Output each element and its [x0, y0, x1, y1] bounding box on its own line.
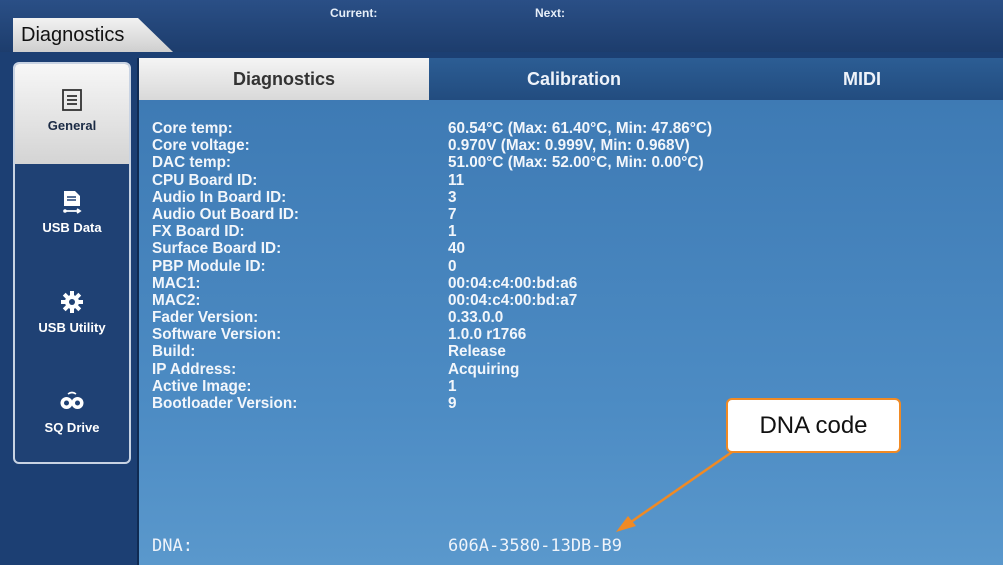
diagnostic-row: Build: Release — [152, 343, 712, 360]
diagnostic-row: PBP Module ID: 0 — [152, 258, 712, 275]
diagnostic-label: Software Version: — [152, 326, 282, 344]
diagnostic-row: CPU Board ID: 11 — [152, 172, 712, 189]
diagnostic-label: IP Address: — [152, 360, 237, 378]
diagnostic-value: 1 — [448, 377, 457, 395]
diagnostic-label: PBP Module ID: — [152, 257, 266, 275]
diagnostic-row: DAC temp: 51.00°C (Max: 52.00°C, Min: 0.0… — [152, 154, 712, 171]
sidebar-item-usb-data[interactable]: USB Data — [15, 164, 129, 264]
diagnostic-label: Core temp: — [152, 120, 233, 137]
diagnostic-value: 3 — [448, 188, 457, 206]
sidebar-item-label: General — [47, 118, 97, 133]
sidebar-item-label: SQ Drive — [44, 420, 100, 435]
diagnostic-label: Audio Out Board ID: — [152, 205, 300, 223]
diagnostic-value: 11 — [448, 171, 465, 189]
diagnostic-value: 00:04:c4:00:bd:a7 — [448, 291, 578, 309]
sidebar-item-usb-utility[interactable]: USB Utility — [15, 264, 129, 364]
diagnostic-label: Core voltage: — [152, 137, 250, 155]
diagnostic-value: 51.00°C (Max: 52.00°C, Min: 0.00°C) — [448, 154, 704, 172]
diagnostic-value: 1 — [448, 223, 457, 241]
sidebar-item-general[interactable]: General — [15, 64, 129, 164]
diagnostic-row: Audio In Board ID: 3 — [152, 189, 712, 206]
diagnostic-value: 9 — [448, 395, 457, 412]
diagnostic-value: 60.54°C (Max: 61.40°C, Min: 47.86°C) — [448, 120, 713, 137]
diagnostic-label: Bootloader Version: — [152, 395, 298, 412]
sidebar-item-label: USB Data — [42, 220, 102, 235]
page-title: Diagnostics — [13, 18, 173, 52]
diagnostic-label: Active Image: — [152, 377, 252, 395]
list-icon — [62, 89, 82, 111]
diagnostic-label: MAC1: — [152, 274, 201, 292]
diagnostic-label: Build: — [152, 343, 196, 361]
diagnostic-row: IP Address: Acquiring — [152, 361, 712, 378]
gear-icon — [61, 291, 83, 313]
diagnostic-value: 0.33.0.0 — [448, 309, 504, 327]
diagnostic-row: MAC1: 00:04:c4:00:bd:a6 — [152, 275, 712, 292]
diagnostic-row: FX Board ID: 1 — [152, 223, 712, 240]
diagnostic-label: CPU Board ID: — [152, 171, 258, 189]
diagnostic-row: Core voltage: 0.970V (Max: 0.999V, Min: 0… — [152, 137, 712, 154]
annotation-arrow — [616, 450, 733, 532]
diagnostic-row: Surface Board ID: 40 — [152, 240, 712, 257]
next-scene-label: Next: — [535, 6, 566, 20]
diagnostic-label: DAC temp: — [152, 154, 232, 172]
current-scene-label: Current: — [330, 6, 378, 20]
diagnostic-value: 00:04:c4:00:bd:a6 — [448, 274, 578, 292]
top-bar: Diagnostics Current: Next: — [0, 0, 1003, 52]
diagnostic-value: 0 — [448, 257, 457, 275]
diagnostic-row: MAC2: 00:04:c4:00:bd:a7 — [152, 292, 712, 309]
diagnostic-value: 0.970V (Max: 0.999V, Min: 0.968V) — [448, 137, 690, 155]
usb-file-icon — [63, 191, 82, 214]
diagnostics-list: Core temp: 60.54°C (Max: 61.40°C, Min: 47… — [152, 120, 712, 412]
diagnostic-row: Bootloader Version: 9 — [152, 395, 712, 412]
tab-diagnostics[interactable]: Diagnostics — [139, 58, 429, 100]
diagnostic-value: 1.0.0 r1766 — [448, 326, 527, 344]
diagnostic-row: Audio Out Board ID: 7 — [152, 206, 712, 223]
diagnostic-label: MAC2: — [152, 291, 201, 309]
tape-reels-icon — [60, 391, 84, 409]
diagnostic-label: Surface Board ID: — [152, 240, 282, 258]
diagnostic-value: 7 — [448, 205, 457, 223]
dna-row: DNA: 606A-3580-13DB-B9 — [152, 536, 622, 556]
diagnostic-label: FX Board ID: — [152, 223, 245, 241]
tab-calibration[interactable]: Calibration — [429, 58, 719, 100]
diagnostic-row: Fader Version: 0.33.0.0 — [152, 309, 712, 326]
diagnostic-row: Active Image: 1 — [152, 378, 712, 395]
dna-label: DNA: — [152, 536, 193, 556]
annotation-callout: DNA code — [726, 398, 901, 453]
tab-midi[interactable]: MIDI — [719, 58, 1003, 100]
diagnostic-label: Fader Version: — [152, 309, 259, 327]
diagnostic-value: Acquiring — [448, 360, 520, 378]
diagnostic-row: Software Version: 1.0.0 r1766 — [152, 326, 712, 343]
dna-value: 606A-3580-13DB-B9 — [448, 536, 622, 556]
sidebar: General USB Data USB Utility SQ Drive — [13, 62, 131, 464]
sidebar-item-sq-drive[interactable]: SQ Drive — [15, 364, 129, 464]
diagnostic-label: Audio In Board ID: — [152, 188, 287, 206]
tab-bar: Diagnostics Calibration MIDI — [139, 58, 1003, 100]
diagnostic-row: Core temp: 60.54°C (Max: 61.40°C, Min: 47… — [152, 120, 712, 137]
diagnostic-value: Release — [448, 343, 506, 361]
sidebar-item-label: USB Utility — [38, 320, 106, 335]
main-panel: Diagnostics Calibration MIDI Core temp: 6… — [137, 58, 1003, 565]
diagnostic-value: 40 — [448, 240, 466, 258]
